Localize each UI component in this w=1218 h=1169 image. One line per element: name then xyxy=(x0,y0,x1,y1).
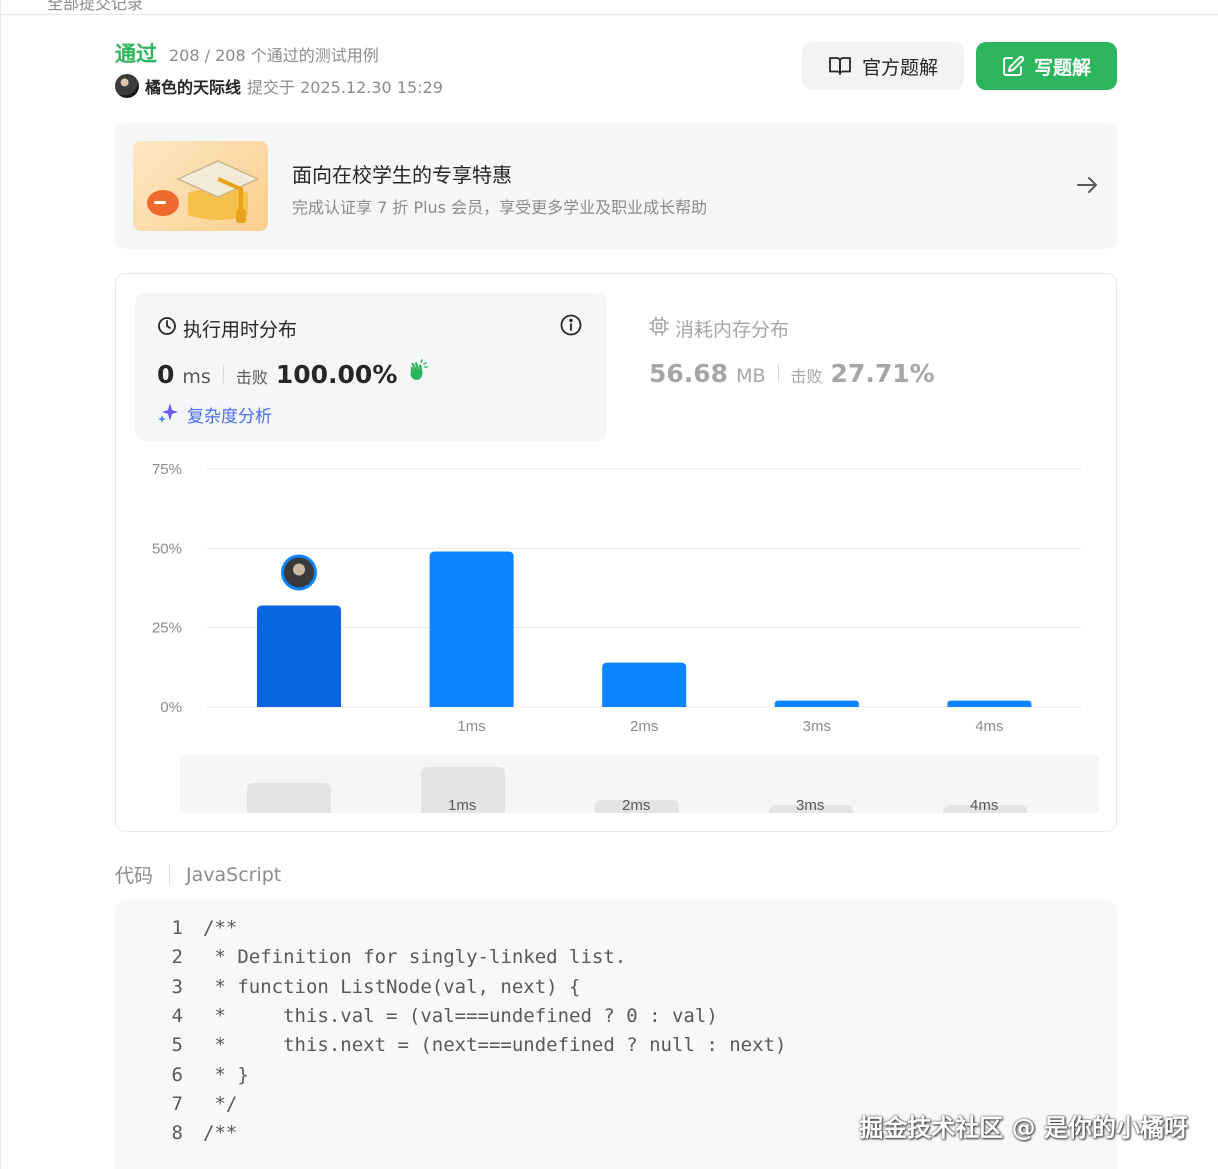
runtime-title: 执行用时分布 xyxy=(157,315,297,342)
chart-bar[interactable] xyxy=(774,700,859,707)
code-line: 4 * this.val = (val===undefined ? 0 : va… xyxy=(115,1005,718,1034)
runtime-title-text: 执行用时分布 xyxy=(183,319,298,341)
code-language: JavaScript xyxy=(186,863,282,886)
chart-bar[interactable] xyxy=(257,605,341,707)
book-icon xyxy=(828,55,852,77)
memory-title: 消耗内存分布 xyxy=(649,315,789,342)
line-text: /** xyxy=(203,917,238,939)
write-solution-button[interactable]: 写题解 xyxy=(976,42,1117,90)
line-number: 6 xyxy=(171,1063,183,1086)
clock-icon xyxy=(157,316,177,341)
edit-icon xyxy=(1002,55,1024,77)
status-label: 通过 xyxy=(115,42,157,66)
submission-status: 通过 208 / 208 个通过的测试用例 xyxy=(115,38,379,68)
line-number: 8 xyxy=(171,1122,183,1145)
brush-label: 3ms xyxy=(796,797,825,813)
performance-distribution-card: 执行用时分布 0 ms 击败 100.00% 复杂度分析 消耗内存分布 56.6… xyxy=(115,273,1117,832)
all-submissions-link[interactable]: 全部提交记录 xyxy=(47,0,143,14)
chart-bar[interactable] xyxy=(602,662,687,707)
brush-label: 1ms xyxy=(448,797,477,813)
submitter-name[interactable]: 橘色的天际线 xyxy=(145,74,241,98)
code-line: 1 /** xyxy=(115,917,238,946)
x-tick-label: 3ms xyxy=(803,718,831,732)
x-tick-label: 4ms xyxy=(975,718,1003,732)
test-case-summary: 208 / 208 个通过的测试用例 xyxy=(169,46,379,65)
code-line: 2 * Definition for singly-linked list. xyxy=(115,946,627,975)
clap-hands-icon xyxy=(405,359,429,387)
line-number: 2 xyxy=(171,946,183,969)
info-icon[interactable] xyxy=(559,313,583,341)
memory-beat-label: 击败 xyxy=(790,367,823,386)
memory-beat-percent: 27.71% xyxy=(830,359,935,388)
avatar[interactable] xyxy=(115,74,139,98)
line-text: * Definition for singly-linked list. xyxy=(203,946,627,969)
y-tick-label: 50% xyxy=(152,540,182,557)
runtime-metric-tab[interactable]: 执行用时分布 0 ms 击败 100.00% 复杂度分析 xyxy=(135,293,607,441)
write-solution-label: 写题解 xyxy=(1033,56,1091,79)
chart-bar[interactable] xyxy=(947,700,1032,707)
divider xyxy=(777,364,779,382)
complexity-analysis-link[interactable]: 复杂度分析 xyxy=(157,401,272,428)
memory-title-text: 消耗内存分布 xyxy=(675,319,790,341)
submitted-time: 提交于 2025.12.30 15:29 xyxy=(247,78,443,97)
complexity-analysis-label: 复杂度分析 xyxy=(187,407,272,427)
submitter-info: 橘色的天际线 提交于 2025.12.30 15:29 xyxy=(115,74,443,98)
line-number: 1 xyxy=(171,917,183,939)
code-line: 5 * this.next = (next===undefined ? null… xyxy=(115,1034,787,1063)
code-line: 7 */ xyxy=(115,1092,238,1122)
memory-value: 56.68 xyxy=(649,359,729,388)
line-text: */ xyxy=(203,1092,238,1115)
submission-detail-page: 全部提交记录 通过 208 / 208 个通过的测试用例 橘色的天际线 提交于 … xyxy=(0,0,1218,1169)
divider xyxy=(222,365,224,383)
runtime-unit: ms xyxy=(182,366,211,388)
line-number: 3 xyxy=(171,975,183,998)
line-number: 5 xyxy=(171,1034,183,1057)
line-text: * this.val = (val===undefined ? 0 : val) xyxy=(203,1004,718,1027)
brush-label: 4ms xyxy=(970,797,999,813)
memory-unit: MB xyxy=(736,365,766,387)
x-tick-label: 1ms xyxy=(457,718,485,732)
runtime-value: 0 xyxy=(157,360,175,389)
code-line: 3 * function ListNode(val, next) { xyxy=(115,976,581,1005)
runtime-beat-label: 击败 xyxy=(235,368,268,387)
code-label: 代码 xyxy=(115,865,154,887)
y-tick-label: 25% xyxy=(152,620,182,637)
line-number: 4 xyxy=(171,1004,183,1027)
chart-range-brush[interactable]: 1ms 2ms 3ms 4ms xyxy=(180,755,1098,813)
top-bar: 全部提交记录 xyxy=(1,0,1218,15)
graduation-cap-illustration xyxy=(133,141,268,231)
runtime-distribution-chart: 0% 25% 50% 75% 1ms 2ms 3ms 4ms xyxy=(152,461,1082,732)
runtime-beat-percent: 100.00% xyxy=(275,360,398,389)
y-tick-label: 0% xyxy=(160,699,182,716)
brush-label: 2ms xyxy=(622,797,651,813)
line-text: * this.next = (next===undefined ? null :… xyxy=(203,1034,787,1057)
x-tick-label: 2ms xyxy=(630,718,658,732)
y-tick-label: 75% xyxy=(152,461,182,478)
line-text: /** xyxy=(203,1122,238,1145)
avatar-face xyxy=(293,563,305,576)
chip-icon xyxy=(649,316,669,341)
sparkle-icon xyxy=(157,401,179,428)
line-text: * function ListNode(val, next) { xyxy=(203,975,581,998)
memory-values: 56.68 MB 击败 27.71% xyxy=(649,359,935,388)
promo-title: 面向在校学生的专享特惠 xyxy=(292,163,512,187)
code-line: 8 /** xyxy=(115,1122,238,1151)
chart-bar[interactable] xyxy=(429,551,514,707)
divider xyxy=(169,864,171,885)
watermark: 掘金技术社区 @ 是你的小橘呀 xyxy=(859,1114,1188,1142)
code-header: 代码 JavaScript xyxy=(115,861,281,888)
runtime-values: 0 ms 击败 100.00% xyxy=(157,359,429,389)
brush-bar xyxy=(247,783,331,813)
student-promo-banner[interactable]: 面向在校学生的专享特惠 完成认证享 7 折 Plus 会员，享受更多学业及职业成… xyxy=(115,123,1117,249)
official-solution-button[interactable]: 官方题解 xyxy=(802,42,964,90)
line-text: * } xyxy=(203,1063,249,1086)
promo-subtitle: 完成认证享 7 折 Plus 会员，享受更多学业及职业成长帮助 xyxy=(292,198,708,217)
arrow-right-icon[interactable] xyxy=(1075,173,1099,201)
code-line: 6 * } xyxy=(115,1064,249,1093)
official-solution-label: 官方题解 xyxy=(861,56,938,79)
memory-metric-tab[interactable]: 消耗内存分布 56.68 MB 击败 27.71% xyxy=(649,293,1089,441)
line-number: 7 xyxy=(171,1092,183,1115)
